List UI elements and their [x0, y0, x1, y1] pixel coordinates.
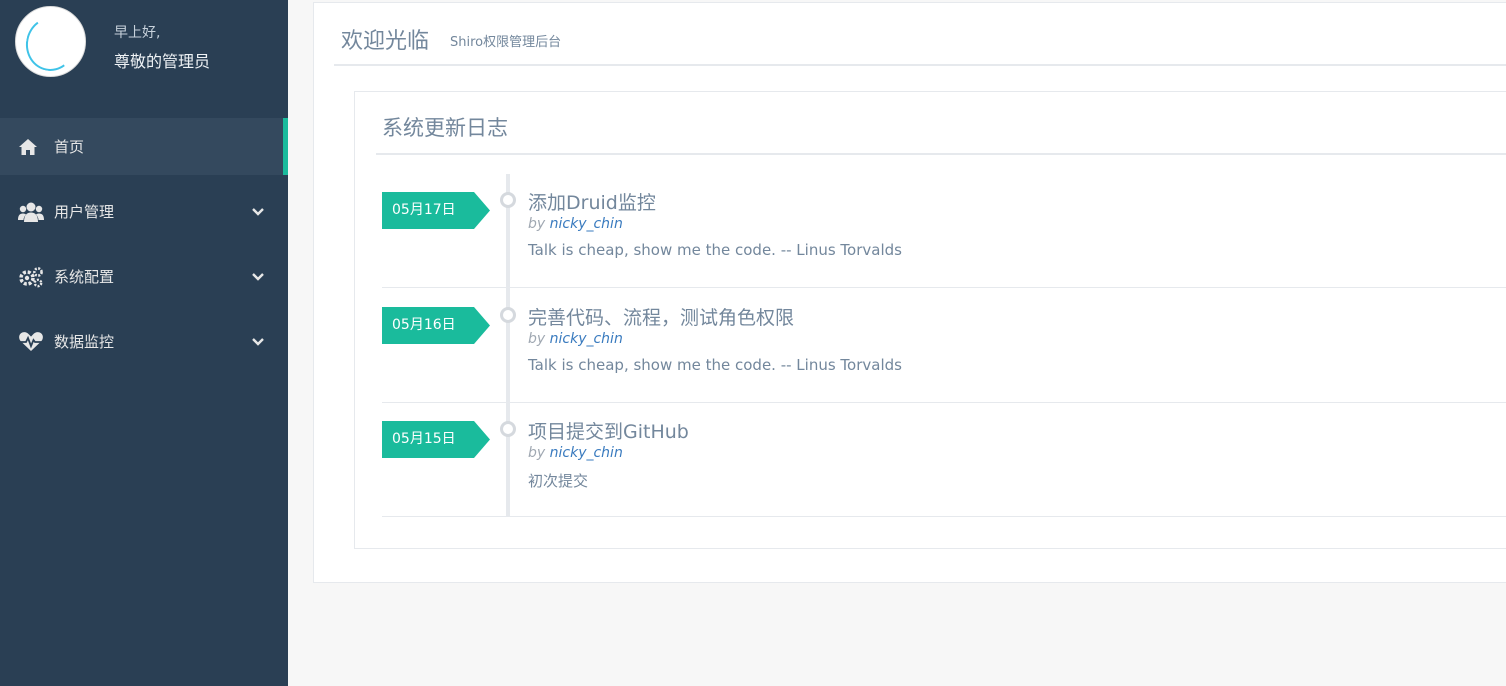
entry-body: Talk is cheap, show me the code. -- Linu… — [528, 356, 902, 374]
chevron-down-icon — [250, 204, 266, 220]
profile-block: 早上好, 尊敬的管理员 — [0, 0, 288, 118]
entry-byline: by nicky_chin — [528, 216, 623, 232]
author-link[interactable]: nicky_chin — [550, 216, 623, 232]
changelog-title: 系统更新日志 — [382, 116, 508, 140]
sidebar: 早上好, 尊敬的管理员 首页 用户管理 系统配置 数据监控 — [0, 0, 288, 686]
changelog-header: 系统更新日志 — [376, 92, 1506, 155]
entry-body: 初次提交 — [528, 472, 589, 490]
entry-byline: by nicky_chin — [528, 331, 623, 347]
by-label: by — [528, 445, 546, 461]
changelog-panel: 系统更新日志 05月17日 添加Druid监控 by nicky_chin Ta… — [354, 91, 1506, 549]
page-header: 欢迎光临 Shiro权限管理后台 — [334, 3, 1506, 66]
cogs-icon — [18, 266, 44, 288]
greeting-text: 早上好, — [114, 25, 161, 41]
timeline-dot — [500, 192, 516, 208]
sidebar-nav: 首页 用户管理 系统配置 数据监控 — [0, 118, 288, 370]
sidebar-item-data-monitor[interactable]: 数据监控 — [0, 313, 288, 370]
author-link[interactable]: nicky_chin — [550, 331, 623, 347]
entry-title[interactable]: 项目提交到GitHub — [528, 417, 689, 444]
timeline: 05月17日 添加Druid监控 by nicky_chin Talk is c… — [382, 174, 1506, 517]
date-tag: 05月17日 — [382, 192, 490, 229]
timeline-dot — [500, 421, 516, 437]
sidebar-item-label: 数据监控 — [54, 333, 115, 351]
by-label: by — [528, 216, 546, 232]
sidebar-item-system-config[interactable]: 系统配置 — [0, 248, 288, 305]
avatar[interactable] — [15, 6, 86, 77]
page-title: 欢迎光临 — [341, 29, 430, 54]
by-label: by — [528, 331, 546, 347]
users-icon — [18, 201, 44, 223]
timeline-entry: 05月16日 完善代码、流程，测试角色权限 by nicky_chin Talk… — [382, 289, 1506, 403]
sidebar-item-users[interactable]: 用户管理 — [0, 183, 288, 240]
entry-byline: by nicky_chin — [528, 445, 623, 461]
chevron-down-icon — [250, 334, 266, 350]
sidebar-item-label: 系统配置 — [54, 268, 115, 286]
chevron-down-icon — [250, 269, 266, 285]
main-panel: 欢迎光临 Shiro权限管理后台 系统更新日志 05月17日 添加Druid监控… — [313, 2, 1506, 583]
home-icon — [18, 136, 44, 158]
entry-title[interactable]: 添加Druid监控 — [528, 188, 656, 215]
entry-body: Talk is cheap, show me the code. -- Linu… — [528, 241, 902, 259]
sidebar-item-label: 首页 — [54, 138, 85, 156]
user-name: 尊敬的管理员 — [114, 52, 211, 71]
heartbeat-icon — [18, 331, 44, 353]
page-subtitle: Shiro权限管理后台 — [450, 35, 562, 50]
sidebar-item-home[interactable]: 首页 — [0, 118, 288, 175]
date-tag: 05月15日 — [382, 421, 490, 458]
timeline-entry: 05月15日 项目提交到GitHub by nicky_chin 初次提交 — [382, 403, 1506, 517]
entry-title[interactable]: 完善代码、流程，测试角色权限 — [528, 303, 794, 330]
sidebar-item-label: 用户管理 — [54, 203, 115, 221]
timeline-dot — [500, 307, 516, 323]
timeline-entry: 05月17日 添加Druid监控 by nicky_chin Talk is c… — [382, 174, 1506, 288]
author-link[interactable]: nicky_chin — [550, 445, 623, 461]
avatar-image — [21, 13, 81, 75]
date-tag: 05月16日 — [382, 307, 490, 344]
